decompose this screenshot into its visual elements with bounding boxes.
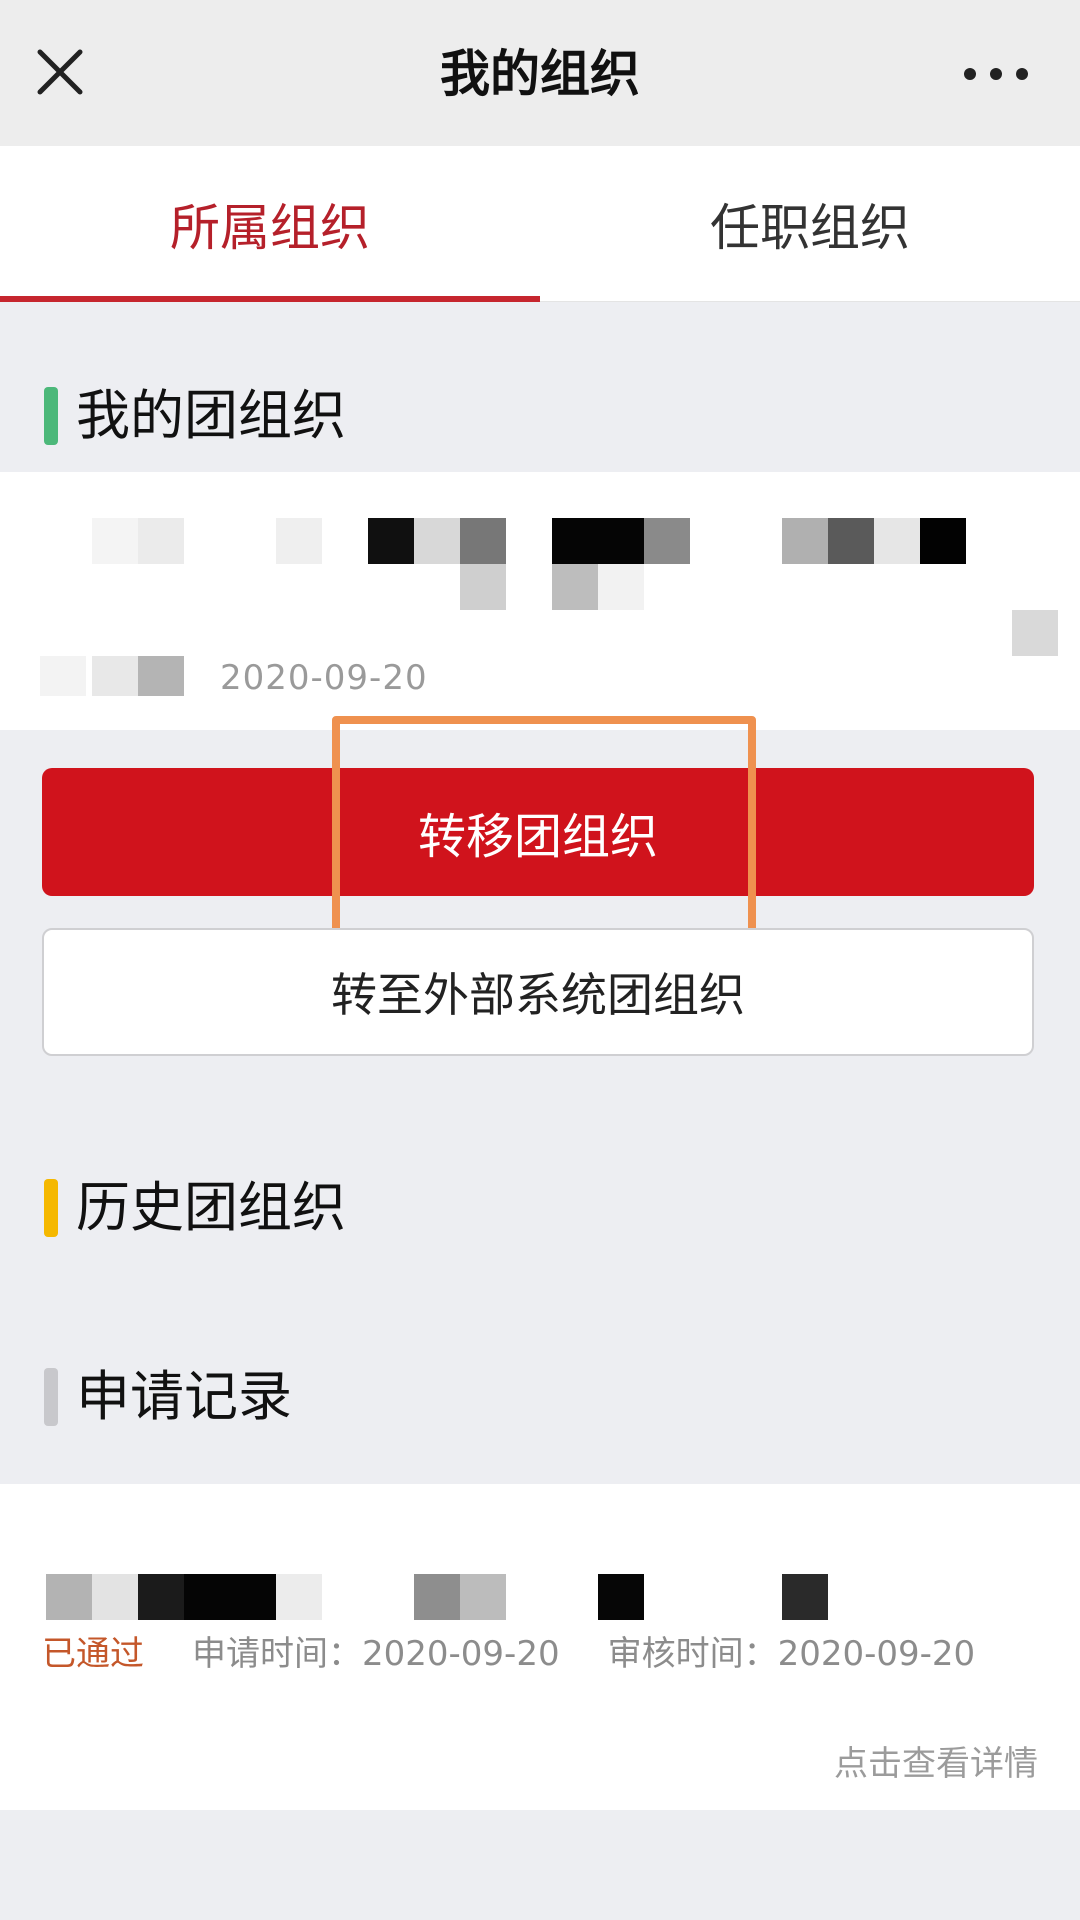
redacted-pixel (1012, 610, 1058, 656)
redacted-pixel (460, 518, 506, 564)
nav-bar: 我的组织 (0, 0, 1080, 146)
redacted-pixel (552, 518, 644, 564)
status-badge: 已通过 (42, 1634, 144, 1674)
tab-active-indicator (0, 296, 540, 302)
view-details-link[interactable]: 点击查看详情 (834, 1736, 1038, 1785)
section-history-title: 历史团组织 (76, 1176, 346, 1239)
section-accent-bar (44, 1368, 58, 1426)
review-time-value: 2020-09-20 (777, 1634, 976, 1674)
section-records-header: 申请记录 (44, 1362, 292, 1432)
page: 我的组织 所属组织 任职组织 我的团组织 2020-09-20 转移团组织 转至… (0, 0, 1080, 1920)
redacted-pixel (368, 518, 414, 564)
redacted-pixel (92, 518, 138, 564)
redacted-pixel (552, 564, 598, 610)
section-my-org-header: 我的团组织 (44, 381, 346, 451)
section-accent-bar (44, 387, 58, 445)
more-icon[interactable] (958, 56, 1034, 92)
redacted-pixel (874, 518, 920, 564)
tab-affiliated-org[interactable]: 所属组织 (0, 146, 540, 302)
redacted-pixel (782, 1574, 828, 1620)
redacted-pixel (598, 1574, 644, 1620)
record-meta-row: 已通过 申请时间： 2020-09-20 审核时间： 2020-09-20 (42, 1632, 975, 1676)
transfer-org-button[interactable]: 转移团组织 (42, 768, 1034, 896)
application-record-card[interactable]: 已通过 申请时间： 2020-09-20 审核时间： 2020-09-20 点击… (0, 1484, 1080, 1810)
redacted-pixel (414, 1574, 460, 1620)
section-records-title: 申请记录 (76, 1365, 292, 1428)
section-my-org-title: 我的团组织 (76, 384, 346, 447)
apply-time-label: 申请时间： (192, 1634, 362, 1674)
redacted-pixel (460, 564, 506, 610)
redacted-pixel (598, 564, 644, 610)
page-title: 我的组织 (440, 45, 640, 103)
redacted-pixel (828, 518, 874, 564)
redacted-pixel (40, 656, 86, 696)
redacted-pixel (460, 1574, 506, 1620)
redacted-pixel (920, 518, 966, 564)
apply-time-value: 2020-09-20 (362, 1634, 560, 1674)
redacted-pixel (782, 518, 828, 564)
redacted-pixel (138, 518, 184, 564)
tab-position-org[interactable]: 任职组织 (540, 146, 1080, 302)
redacted-pixel (414, 518, 460, 564)
redacted-pixel (138, 656, 184, 696)
section-history-header: 历史团组织 (44, 1173, 346, 1243)
redacted-pixel (276, 1574, 322, 1620)
redacted-pixel (184, 1574, 276, 1620)
section-accent-bar (44, 1179, 58, 1237)
redacted-pixel (276, 518, 322, 564)
review-time-label: 审核时间： (607, 1634, 778, 1674)
org-join-date: 2020-09-20 (220, 658, 428, 698)
redacted-pixel (644, 518, 690, 564)
redacted-pixel (138, 1574, 184, 1620)
transfer-external-org-button[interactable]: 转至外部系统团组织 (42, 928, 1034, 1056)
redacted-pixel (46, 1574, 92, 1620)
redacted-pixel (92, 656, 138, 696)
org-card[interactable]: 2020-09-20 (0, 472, 1080, 730)
redacted-pixel (92, 1574, 138, 1620)
tab-bar: 所属组织 任职组织 (0, 146, 1080, 302)
